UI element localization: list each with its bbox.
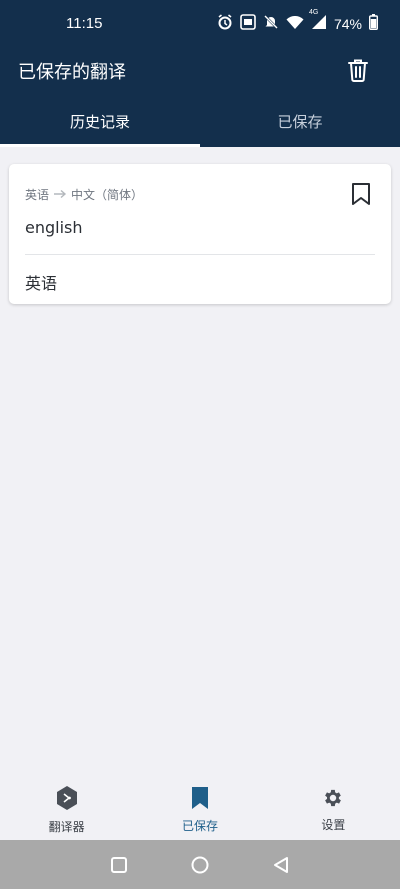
trash-icon[interactable]	[344, 56, 372, 84]
nav-settings[interactable]: 设置	[267, 780, 400, 840]
battery-percent: 74%	[333, 16, 362, 32]
page-title: 已保存的翻译	[18, 62, 126, 83]
home-button[interactable]	[189, 854, 211, 876]
gear-icon	[322, 787, 344, 813]
nav-saved[interactable]: 已保存	[133, 780, 266, 840]
battery-icon	[368, 14, 378, 34]
alarm-icon	[217, 14, 233, 34]
source-language: 英语	[25, 188, 50, 202]
nav-saved-label: 已保存	[181, 819, 218, 833]
back-button[interactable]	[270, 854, 292, 876]
network-type: 4G	[308, 9, 319, 16]
tab-bar: 历史记录 已保存	[0, 96, 400, 147]
status-icons: 4G 74%	[217, 9, 378, 34]
translator-icon	[55, 785, 79, 815]
nav-translator-label: 翻译器	[48, 820, 85, 834]
divider	[25, 254, 375, 255]
bookmark-icon[interactable]	[351, 182, 373, 206]
bottom-nav: 翻译器 已保存 设置	[0, 780, 400, 840]
wifi-icon	[286, 15, 304, 34]
tab-saved[interactable]: 已保存	[200, 96, 400, 147]
target-language: 中文（简体）	[71, 188, 144, 202]
status-bar: 11:15 4G 74%	[0, 0, 400, 48]
translated-text: 英语	[25, 274, 58, 293]
status-time: 11:15	[66, 15, 103, 32]
recents-button[interactable]	[108, 854, 130, 876]
signal-icon: 4G	[309, 9, 327, 34]
source-text: english	[25, 218, 83, 237]
tab-history[interactable]: 历史记录	[0, 96, 200, 147]
nav-settings-label: 设置	[321, 818, 346, 832]
app-bar: 已保存的翻译	[0, 48, 400, 96]
volte-icon	[240, 14, 256, 34]
system-nav-bar	[0, 840, 400, 889]
nav-translator[interactable]: 翻译器	[0, 780, 133, 840]
translation-card[interactable]: 英语 中文（简体） english 英语	[9, 164, 391, 304]
language-pair: 英语 中文（简体）	[25, 186, 143, 203]
mute-icon	[263, 14, 279, 34]
bookmark-icon	[190, 786, 210, 814]
arrow-right-icon	[53, 188, 67, 202]
